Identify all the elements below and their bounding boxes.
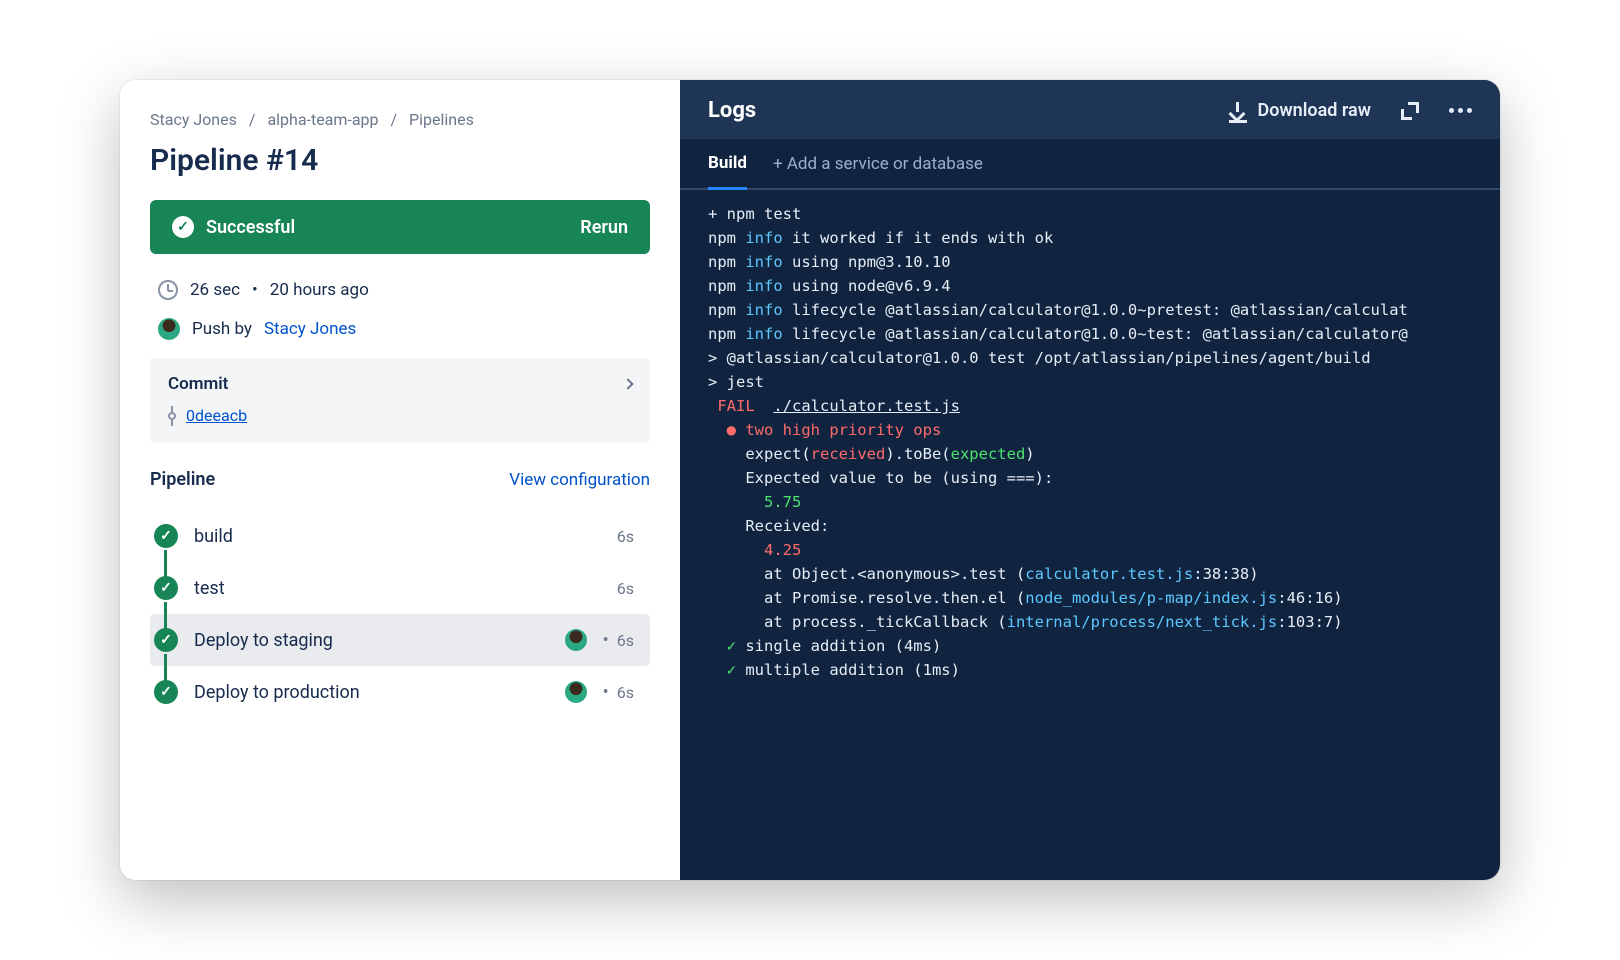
more-icon[interactable]	[1449, 108, 1472, 113]
commit-card[interactable]: Commit 0deeacb	[150, 358, 650, 443]
rerun-button[interactable]: Rerun	[580, 217, 628, 238]
pipeline-step[interactable]: ✓ build6s	[150, 510, 650, 562]
commit-node-icon	[168, 412, 176, 420]
logs-panel: Logs Download raw Build + Add a service …	[680, 80, 1500, 880]
avatar	[565, 629, 587, 651]
tab-build[interactable]: Build	[708, 153, 747, 190]
log-line: at Object.<anonymous>.test (calculator.t…	[708, 562, 1500, 586]
log-line: npm info lifecycle @atlassian/calculator…	[708, 298, 1500, 322]
view-config-link[interactable]: View configuration	[509, 470, 650, 490]
download-raw-button[interactable]: Download raw	[1229, 100, 1371, 121]
step-name: build	[194, 526, 617, 547]
clock-icon	[158, 280, 178, 300]
log-line: + npm test	[708, 202, 1500, 226]
check-circle-icon: ✓	[154, 524, 178, 548]
step-time: 6s	[617, 527, 634, 546]
step-name: test	[194, 578, 617, 599]
log-line: npm info using npm@3.10.10	[708, 250, 1500, 274]
run-timing: 26 sec • 20 hours ago	[150, 280, 650, 300]
step-name: Deploy to production	[194, 682, 565, 703]
pipeline-steps: ✓build6s✓test6s✓Deploy to staging•6s✓Dep…	[150, 510, 650, 718]
download-raw-label: Download raw	[1257, 100, 1371, 121]
log-line: FAIL ./calculator.test.js	[708, 394, 1500, 418]
pipeline-step[interactable]: ✓ Deploy to production • 6s	[150, 666, 650, 718]
breadcrumb-repo[interactable]: alpha-team-app	[267, 110, 378, 129]
check-circle-icon: ✓	[154, 680, 178, 704]
breadcrumb-section[interactable]: Pipelines	[409, 110, 474, 129]
log-line: ✓ single addition (4ms)	[708, 634, 1500, 658]
separator-dot: •	[603, 630, 609, 651]
check-circle-icon: ✓	[154, 576, 178, 600]
step-name: Deploy to staging	[194, 630, 565, 651]
log-output[interactable]: + npm testnpm info it worked if it ends …	[680, 190, 1500, 880]
status-banner: ✓ Successful Rerun	[150, 200, 650, 254]
details-panel: Stacy Jones / alpha-team-app / Pipelines…	[120, 80, 680, 880]
log-line: ● two high priority ops	[708, 418, 1500, 442]
log-line: npm info it worked if it ends with ok	[708, 226, 1500, 250]
check-circle-icon: ✓	[172, 216, 194, 238]
run-duration: 26 sec	[190, 280, 240, 300]
log-line: 5.75	[708, 490, 1500, 514]
chevron-right-icon	[622, 378, 633, 389]
pipeline-step[interactable]: ✓ Deploy to staging • 6s	[150, 614, 650, 666]
breadcrumb: Stacy Jones / alpha-team-app / Pipelines	[150, 110, 650, 129]
log-line: at Promise.resolve.then.el (node_modules…	[708, 586, 1500, 610]
author-link[interactable]: Stacy Jones	[264, 319, 356, 339]
run-ago: 20 hours ago	[270, 280, 369, 300]
commit-header-label: Commit	[168, 374, 228, 394]
log-line: npm info lifecycle @atlassian/calculator…	[708, 322, 1500, 346]
step-time: 6s	[617, 683, 634, 702]
push-label: Push by	[192, 319, 252, 339]
step-time: 6s	[617, 579, 634, 598]
log-line: expect(received).toBe(expected)	[708, 442, 1500, 466]
download-icon	[1229, 102, 1247, 120]
pipeline-step[interactable]: ✓ test6s	[150, 562, 650, 614]
log-line: > @atlassian/calculator@1.0.0 test /opt/…	[708, 346, 1500, 370]
status-label: Successful	[206, 217, 295, 238]
log-line: 4.25	[708, 538, 1500, 562]
log-line: > jest	[708, 370, 1500, 394]
commit-hash-link[interactable]: 0deeacb	[186, 406, 247, 425]
breadcrumb-user[interactable]: Stacy Jones	[150, 110, 237, 129]
log-line: Expected value to be (using ===):	[708, 466, 1500, 490]
avatar	[158, 318, 180, 340]
pipeline-header-label: Pipeline	[150, 469, 215, 490]
logs-title: Logs	[708, 98, 756, 123]
log-line: at process._tickCallback (internal/proce…	[708, 610, 1500, 634]
run-author: Push by Stacy Jones	[150, 318, 650, 340]
breadcrumb-sep: /	[241, 110, 264, 129]
log-line: Received:	[708, 514, 1500, 538]
log-line: npm info using node@v6.9.4	[708, 274, 1500, 298]
logs-header: Logs Download raw	[680, 80, 1500, 139]
avatar	[565, 681, 587, 703]
pipeline-section-header: Pipeline View configuration	[150, 469, 650, 490]
breadcrumb-sep: /	[382, 110, 405, 129]
expand-icon[interactable]	[1401, 102, 1419, 120]
log-line: ✓ multiple addition (1ms)	[708, 658, 1500, 682]
separator-dot: •	[603, 682, 609, 703]
step-time: 6s	[617, 631, 634, 650]
check-circle-icon: ✓	[154, 628, 178, 652]
page-title: Pipeline #14	[150, 143, 650, 178]
app-window: Stacy Jones / alpha-team-app / Pipelines…	[120, 80, 1500, 880]
tab-add-service[interactable]: + Add a service or database	[773, 154, 983, 188]
logs-tabs: Build + Add a service or database	[680, 139, 1500, 190]
